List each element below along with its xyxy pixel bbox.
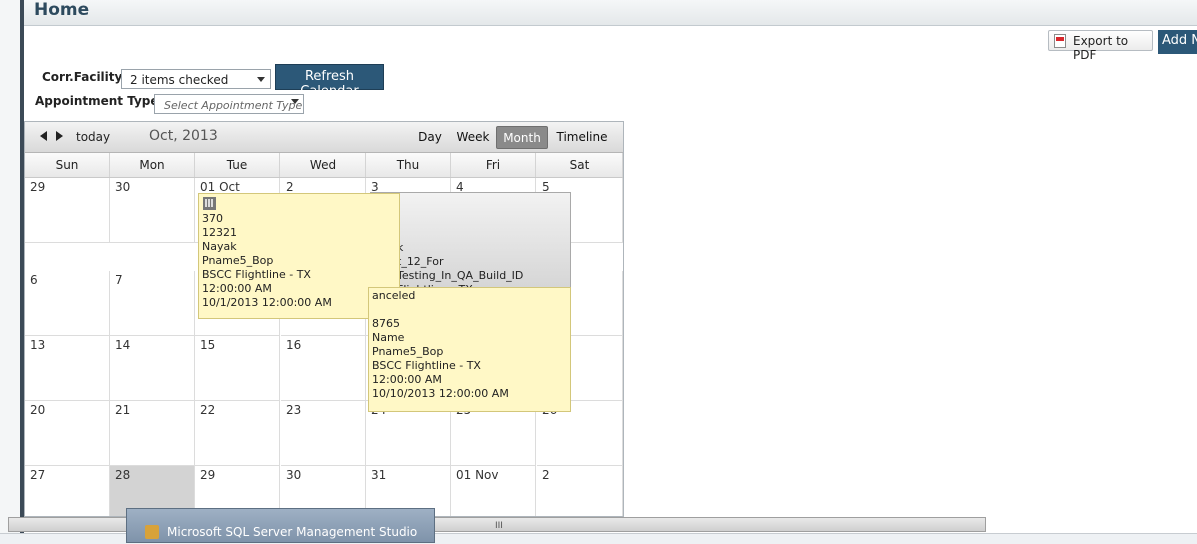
view-month-button[interactable]: Month	[496, 126, 548, 149]
view-week-button[interactable]: Week	[453, 126, 493, 149]
appointment-type-placeholder: Select Appointment Type	[164, 99, 303, 112]
ssms-icon	[145, 525, 159, 539]
prev-month-icon[interactable]	[40, 131, 47, 141]
add-new-button[interactable]: Add N	[1158, 30, 1197, 54]
event-detail: anceled	[372, 289, 416, 302]
day-number: 27	[30, 468, 46, 482]
view-timeline-button[interactable]: Timeline	[554, 126, 610, 149]
event-detail: 12321	[202, 226, 237, 239]
day-number: 16	[286, 338, 302, 352]
event-detail: Name	[372, 331, 405, 344]
page-header: Home	[24, 0, 1197, 26]
weekday-header-row: Sun Mon Tue Wed Thu Fri Sat	[25, 153, 623, 178]
day-cell[interactable]: 6	[25, 271, 110, 336]
event-detail: BSCC Flightline - TX	[372, 359, 481, 372]
day-number: 7	[115, 273, 123, 287]
day-number: 6	[30, 273, 38, 287]
day-cell[interactable]: 22	[195, 401, 280, 466]
day-cell[interactable]: 15	[195, 336, 280, 401]
day-cell[interactable]: 01 Nov	[451, 466, 536, 516]
left-gutter	[0, 0, 20, 543]
day-cell[interactable]: 2	[537, 466, 623, 516]
event-line: k	[397, 241, 404, 254]
calendar-title: Oct, 2013	[149, 128, 218, 144]
event-detail	[372, 303, 570, 317]
appointment-type-label: Appointment Type	[35, 94, 159, 108]
event-detail: BSCC Flightline - TX	[202, 268, 311, 281]
day-number: 30	[286, 468, 302, 482]
day-cell[interactable]: 27	[25, 466, 110, 516]
event-tooltip-popup: anceled 8765 Name Pname5_Bop BSCC Flight…	[368, 287, 571, 412]
next-month-icon[interactable]	[56, 131, 63, 141]
day-number: 21	[115, 403, 131, 417]
event-detail: 12:00:00 AM	[372, 373, 442, 386]
day-cell[interactable]: 21	[110, 401, 195, 466]
day-number: 22	[200, 403, 216, 417]
today-button[interactable]: today	[76, 130, 110, 144]
day-number: 23	[286, 403, 302, 417]
day-cell[interactable]: 16	[281, 336, 366, 401]
calendar-event-expanded[interactable]: k t_12_For Testing_In_QA_Build_ID Flight…	[370, 192, 571, 296]
weekday-sun: Sun	[25, 153, 110, 177]
event-detail: Pname5_Bop	[372, 345, 444, 358]
day-number: 20	[30, 403, 46, 417]
day-number: 14	[115, 338, 131, 352]
day-number: 28	[115, 468, 131, 482]
facility-label: Corr.Facility:	[42, 70, 128, 84]
pdf-icon	[1054, 34, 1066, 48]
day-cell[interactable]: 30	[110, 178, 195, 243]
taskbar-item-ssms[interactable]: Microsoft SQL Server Management Studio	[126, 508, 435, 543]
facility-select[interactable]: 2 items checked	[121, 69, 271, 89]
calendar-toolbar: today Oct, 2013 Day Week Month Timeline	[25, 122, 623, 153]
event-detail: Pname5_Bop	[202, 254, 274, 267]
day-number: 31	[371, 468, 387, 482]
weekday-mon: Mon	[110, 153, 195, 177]
appointment-type-select[interactable]: Select Appointment Type	[154, 94, 304, 114]
day-number: 13	[30, 338, 46, 352]
day-cell[interactable]: 20	[25, 401, 110, 466]
chevron-down-icon	[257, 77, 265, 82]
day-number: 2	[286, 180, 294, 194]
day-number: 29	[30, 180, 46, 194]
taskbar-item-label: Microsoft SQL Server Management Studio	[167, 525, 418, 539]
weekday-thu: Thu	[366, 153, 451, 177]
export-pdf-button[interactable]: Export to PDF	[1048, 30, 1153, 62]
event-detail: Nayak	[202, 240, 237, 253]
event-line: t_12_For Testing_In_QA_Build_ID	[397, 255, 524, 282]
chevron-down-icon	[291, 99, 299, 104]
scrollbar-grip: III	[495, 521, 503, 531]
refresh-calendar-button[interactable]: Refresh Calendar	[275, 64, 384, 99]
export-pdf-label: Export to PDF	[1073, 34, 1129, 62]
view-day-button[interactable]: Day	[413, 126, 447, 149]
day-number: 01 Nov	[456, 468, 499, 482]
day-number: 01 Oct	[200, 180, 240, 194]
day-number: 29	[200, 468, 216, 482]
event-detail: 8765	[372, 317, 400, 330]
day-cell[interactable]: 13	[25, 336, 110, 401]
day-number: 2	[542, 468, 550, 482]
day-cell[interactable]: 14	[110, 336, 195, 401]
day-number: 15	[200, 338, 216, 352]
weekday-tue: Tue	[195, 153, 280, 177]
weekday-fri: Fri	[451, 153, 536, 177]
page-title: Home	[34, 0, 90, 20]
weekday-wed: Wed	[281, 153, 366, 177]
building-icon	[203, 197, 216, 210]
event-detail: 10/10/2013 12:00:00 AM	[372, 387, 509, 400]
weekday-sat: Sat	[537, 153, 623, 177]
facility-value: 2 items checked	[130, 73, 229, 87]
day-cell[interactable]: 29	[25, 178, 110, 243]
day-cell[interactable]: 7	[110, 271, 195, 336]
event-detail: 370	[202, 212, 223, 225]
day-number: 30	[115, 180, 131, 194]
day-cell[interactable]: 23	[281, 401, 366, 466]
